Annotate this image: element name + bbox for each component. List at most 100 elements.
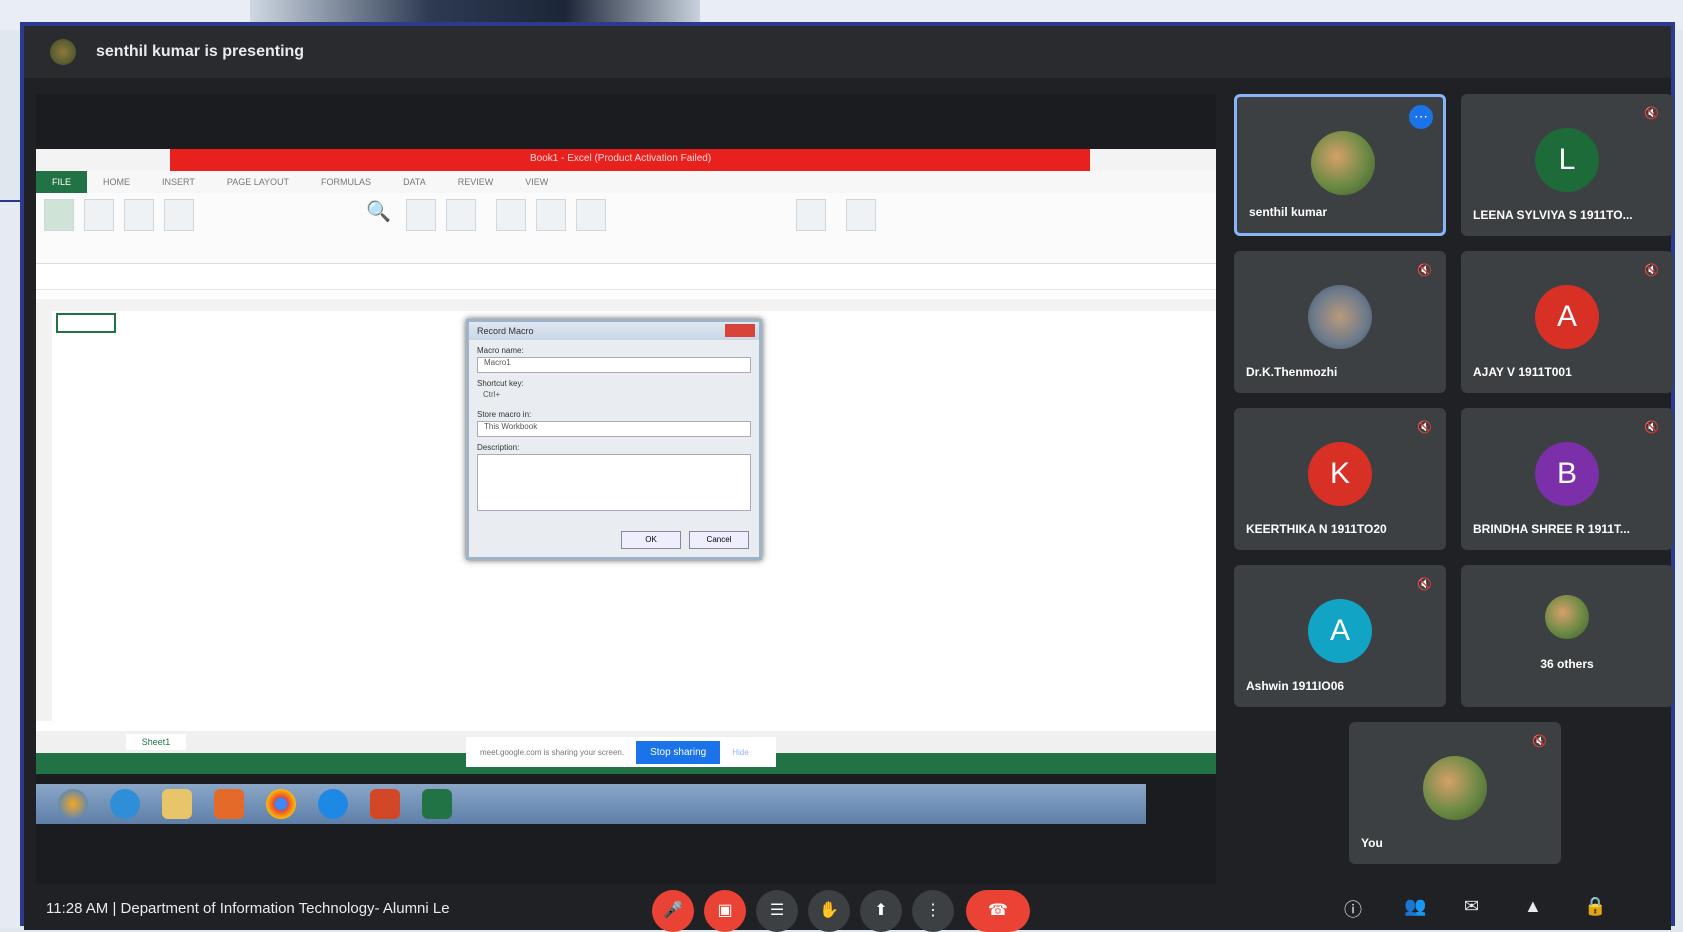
store-macro-select[interactable]: This Workbook [477, 421, 751, 437]
excel-ribbon: 🔍 [36, 193, 1216, 264]
participant-name: LEENA SYLVIYA S 1911TO... [1473, 208, 1633, 222]
folder-icon[interactable] [162, 789, 192, 819]
sheet-tab[interactable]: Sheet1 [126, 734, 186, 750]
participant-name: You [1361, 836, 1383, 850]
dialog-title-text: Record Macro [477, 326, 534, 336]
avatar: K [1308, 442, 1372, 506]
participant-name: KEERTHIKA N 1911TO20 [1246, 522, 1387, 536]
mic-muted-icon: 🔇 [1417, 577, 1432, 591]
cancel-button[interactable]: Cancel [689, 531, 749, 549]
excel-ribbon-tabs: FILE HOME INSERT PAGE LAYOUT FORMULAS DA… [36, 171, 1216, 193]
mic-muted-icon: 🔇 [1644, 420, 1659, 434]
excel-tab-view[interactable]: VIEW [509, 177, 564, 187]
shared-screen[interactable]: Book1 - Excel (Product Activation Failed… [36, 94, 1216, 884]
shortcut-key-input[interactable]: Ctrl+ [477, 390, 543, 404]
ribbon-macros-icon[interactable] [846, 199, 876, 231]
ribbon-custom-views-icon[interactable] [164, 199, 194, 231]
participant-tile[interactable]: 🔇 Dr.K.Thenmozhi [1234, 251, 1446, 393]
powerpoint-icon[interactable] [370, 789, 400, 819]
hide-banner-button[interactable]: Hide [732, 748, 748, 757]
mic-muted-icon: 🔇 [1532, 734, 1547, 748]
excel-tab-page-layout[interactable]: PAGE LAYOUT [211, 177, 305, 187]
avatar [1308, 285, 1372, 349]
presenter-avatar-icon [50, 39, 76, 65]
meet-window: senthil kumar is presenting Book1 - Exce… [20, 22, 1675, 932]
ribbon-page-break-icon[interactable] [84, 199, 114, 231]
excel-window: Book1 - Excel (Product Activation Failed… [36, 149, 1216, 774]
avatar: B [1535, 442, 1599, 506]
meeting-controls-bar: 11:28 AM | Department of Information Tec… [24, 886, 1671, 932]
store-macro-label: Store macro in: [477, 410, 532, 419]
stop-sharing-button[interactable]: Stop sharing [636, 740, 721, 764]
excel-tab-insert[interactable]: INSERT [146, 177, 211, 187]
ribbon-zoom100-icon[interactable] [406, 199, 436, 231]
participant-name: BRINDHA SHREE R 1911T... [1473, 522, 1630, 536]
participant-tile[interactable]: 🔇 L LEENA SYLVIYA S 1911TO... [1461, 94, 1673, 236]
excel-activation-banner: Book1 - Excel (Product Activation Failed… [170, 149, 1090, 171]
edge-icon[interactable] [318, 789, 348, 819]
screen-share-banner: meet.google.com is sharing your screen. … [466, 737, 776, 767]
ribbon-switch-windows-icon[interactable] [796, 199, 826, 231]
share-banner-text: meet.google.com is sharing your screen. [480, 747, 625, 757]
chrome-icon[interactable] [266, 789, 296, 819]
speaking-indicator-icon: ⋯ [1409, 105, 1433, 129]
ribbon-zoom-icon[interactable]: 🔍 [366, 199, 394, 229]
excel-formula-bar[interactable] [36, 269, 1216, 290]
excel-tab-review[interactable]: REVIEW [442, 177, 510, 187]
excel-tab-formulas[interactable]: FORMULAS [305, 177, 387, 187]
ribbon-normal-view-icon[interactable] [44, 199, 74, 231]
mic-muted-icon: 🔇 [1644, 263, 1659, 277]
excel-title: Book1 - Excel (Product Activation Failed… [530, 153, 712, 164]
others-tile[interactable]: 36 others [1461, 565, 1673, 707]
participant-name: AJAY V 1911T001 [1473, 365, 1572, 379]
mic-muted-icon: 🔇 [1644, 106, 1659, 120]
media-icon[interactable] [214, 789, 244, 819]
ribbon-arrange-all-icon[interactable] [536, 199, 566, 231]
windows-taskbar [36, 784, 1146, 824]
participant-tile[interactable]: 🔇 A Ashwin 1911IO06 [1234, 565, 1446, 707]
ribbon-zoom-selection-icon[interactable] [446, 199, 476, 231]
excel-tab-home[interactable]: HOME [87, 177, 146, 187]
dialog-title: Record Macro [469, 322, 759, 340]
background-left [0, 200, 20, 928]
presenter-label: senthil kumar is presenting [96, 43, 305, 60]
ribbon-freeze-panes-icon[interactable] [576, 199, 606, 231]
chat-icon[interactable]: ✉ [1464, 896, 1479, 917]
ie-icon[interactable] [110, 789, 140, 819]
shortcut-key-label: Shortcut key: [477, 379, 524, 388]
presenter-bar: senthil kumar is presenting [24, 26, 1671, 78]
participant-tile[interactable]: 🔇 A AJAY V 1911T001 [1461, 251, 1673, 393]
ribbon-new-window-icon[interactable] [496, 199, 526, 231]
avatar: A [1308, 599, 1372, 663]
description-textarea[interactable] [477, 454, 751, 511]
dialog-buttons: OK Cancel [621, 531, 749, 549]
participant-name: Ashwin 1911IO06 [1246, 679, 1345, 693]
macro-name-label: Macro name: [477, 346, 524, 355]
excel-icon[interactable] [422, 789, 452, 819]
people-icon[interactable]: 👥 [1404, 896, 1426, 917]
ok-button[interactable]: OK [621, 531, 681, 549]
avatar: L [1535, 128, 1599, 192]
background-photo-strip [250, 0, 700, 22]
macro-name-input[interactable]: Macro1 [477, 357, 751, 373]
self-tile[interactable]: 🔇 You [1349, 722, 1561, 864]
excel-column-headers [36, 299, 1216, 311]
participant-tile[interactable]: ⋯ senthil kumar [1234, 94, 1446, 236]
participant-tile[interactable]: 🔇 B BRINDHA SHREE R 1911T... [1461, 408, 1673, 550]
participant-name: senthil kumar [1249, 205, 1328, 219]
activities-icon[interactable]: ▲ [1524, 896, 1542, 917]
description-label: Description: [477, 443, 520, 452]
lock-icon[interactable]: 🔒 [1584, 896, 1606, 917]
avatar: A [1535, 285, 1599, 349]
participant-name: Dr.K.Thenmozhi [1246, 365, 1338, 379]
dialog-close-button[interactable] [725, 324, 755, 337]
excel-tab-data[interactable]: DATA [387, 177, 442, 187]
others-count: 36 others [1540, 657, 1594, 671]
start-icon[interactable] [58, 789, 88, 819]
info-icon[interactable]: ⓘ [1344, 896, 1362, 922]
excel-selected-cell[interactable] [56, 313, 116, 333]
participant-tile[interactable]: 🔇 K KEERTHIKA N 1911TO20 [1234, 408, 1446, 550]
record-macro-dialog: Record Macro Macro name: Macro1 Shortcut… [466, 319, 762, 560]
ribbon-page-layout-icon[interactable] [124, 199, 154, 231]
excel-tab-file[interactable]: FILE [36, 171, 88, 193]
